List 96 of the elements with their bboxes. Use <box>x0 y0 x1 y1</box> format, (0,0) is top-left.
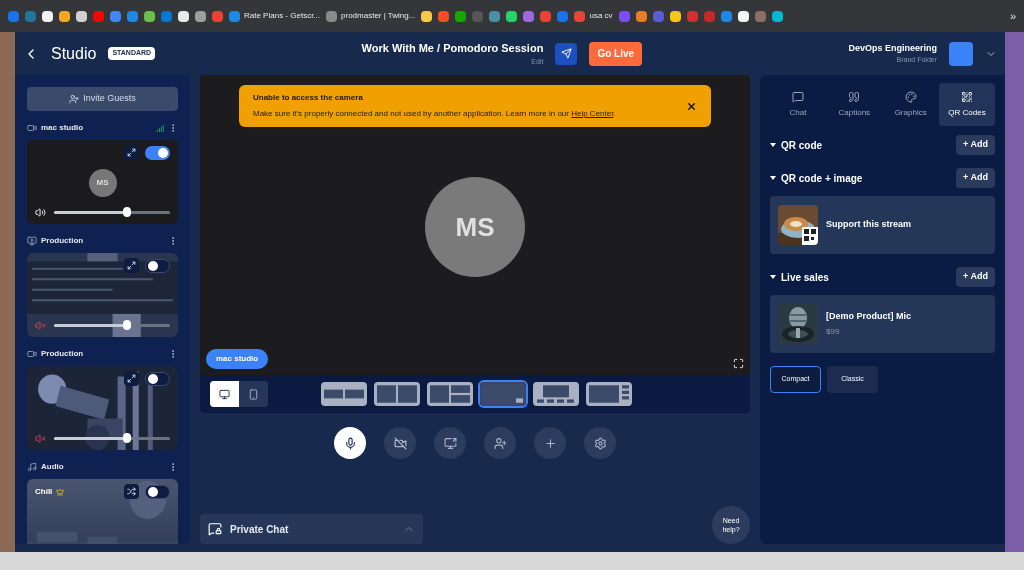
favicon-icon[interactable] <box>737 10 749 22</box>
camera-icon <box>27 349 37 359</box>
chat-lock-icon <box>208 522 222 536</box>
add-icon <box>543 436 557 450</box>
panel-tab[interactable]: Captions <box>826 83 883 126</box>
share-screen-icon <box>443 436 457 450</box>
overlay-card[interactable]: [Demo Product] Mic $99 <box>770 295 995 353</box>
camera-off-icon <box>393 436 407 450</box>
expand-button[interactable] <box>124 371 139 386</box>
qr-code-icon <box>961 90 973 103</box>
favicon-icon[interactable] <box>76 10 87 22</box>
expand-button[interactable] <box>124 258 139 273</box>
shuffle-button[interactable] <box>124 484 139 499</box>
volume-slider[interactable] <box>54 323 170 327</box>
speaker-icon[interactable] <box>35 206 46 218</box>
favicon-icon[interactable] <box>669 10 681 22</box>
favicon-icon[interactable] <box>421 10 433 22</box>
bookmark[interactable]: Rate Plans - Getscr... <box>229 10 321 22</box>
layout-option[interactable] <box>374 382 420 406</box>
invite-guests-button[interactable]: Invite Guests <box>27 87 178 111</box>
camera-off-button[interactable] <box>384 427 416 459</box>
quote-icon <box>848 90 861 103</box>
overlay-title: [Demo Product] Mic <box>826 310 911 324</box>
signal-icon <box>155 123 164 133</box>
overlay-title: Support this stream <box>826 218 911 232</box>
shuffle-icon <box>127 487 136 496</box>
settings-icon <box>593 436 607 450</box>
toggle-switch[interactable] <box>145 145 170 160</box>
stage-avatar: MS <box>425 177 525 277</box>
section-header[interactable]: QR code <box>770 137 823 153</box>
panel-tab[interactable]: Chat <box>770 83 826 126</box>
mic-button[interactable] <box>334 427 366 459</box>
expand-icon <box>127 374 136 383</box>
crown-icon <box>56 487 65 496</box>
favicon-icon[interactable] <box>195 10 206 22</box>
section-header[interactable]: QR code + image <box>770 170 863 186</box>
palette-icon <box>904 90 917 103</box>
add-button[interactable]: + Add <box>956 267 995 287</box>
expand-icon <box>127 261 136 270</box>
destination-icon[interactable] <box>555 42 578 65</box>
track-name: Chill <box>35 485 65 498</box>
volume-slider[interactable] <box>54 436 170 440</box>
add-guest-button[interactable] <box>484 427 516 459</box>
music-icon <box>27 462 37 472</box>
layout-option[interactable] <box>321 382 367 406</box>
bookmark[interactable]: prodmaster | Twing... <box>326 10 416 22</box>
bookmark[interactable]: usa cv <box>574 10 613 22</box>
layout-option[interactable] <box>480 382 526 406</box>
source-title: Production <box>41 235 84 247</box>
camera-icon <box>27 123 37 133</box>
price: $99 <box>826 325 841 338</box>
expand-button[interactable] <box>124 145 139 160</box>
settings-button[interactable] <box>584 427 616 459</box>
panel-tab[interactable]: Graphics <box>882 83 939 126</box>
more-bookmarks-button[interactable]: » <box>1009 7 1016 25</box>
monitor-icon <box>219 388 230 400</box>
expand-icon <box>127 148 136 157</box>
chat-icon <box>792 90 804 103</box>
favicon-icon[interactable] <box>59 10 70 22</box>
favicon-icon[interactable] <box>506 10 518 22</box>
muted-speaker-icon[interactable] <box>35 432 46 444</box>
add-button[interactable]: + Add <box>956 135 995 155</box>
favicon-icon[interactable] <box>178 10 189 22</box>
add-person-icon <box>69 94 80 104</box>
screen-icon <box>27 236 37 246</box>
add-guest-icon <box>493 436 507 450</box>
session-title: Work With Me / Pomodoro Session <box>361 41 544 56</box>
layout-option[interactable] <box>586 382 632 406</box>
avatar: MS <box>88 168 117 197</box>
brand-avatar[interactable] <box>949 41 973 66</box>
desktop-view-button[interactable] <box>210 381 239 407</box>
brand-name: DevOps Engineering <box>848 41 937 55</box>
close-button[interactable] <box>686 100 697 112</box>
favicon-icon[interactable] <box>42 10 53 22</box>
alert-message: Make sure it's properly connected and not used by another application. Learn more in our Help Center. <box>253 108 617 120</box>
add-button[interactable]: + Add <box>956 168 995 188</box>
paper-plane-icon <box>560 48 572 59</box>
favicon-icon[interactable] <box>771 10 783 22</box>
app-title: Studio <box>51 43 97 64</box>
layout-option[interactable] <box>533 382 579 406</box>
favicon-icon[interactable] <box>144 10 155 22</box>
volume-slider[interactable] <box>54 210 170 214</box>
source-title: Production <box>41 348 84 360</box>
alert-title: Unable to access the camera <box>253 92 364 104</box>
layout-option[interactable] <box>427 382 473 406</box>
share-screen-button[interactable] <box>434 427 466 459</box>
fullscreen-icon[interactable] <box>733 358 744 369</box>
name-tag: mac studio <box>206 349 269 369</box>
section-header[interactable]: Live sales <box>770 269 829 285</box>
source-title: Audio <box>41 461 64 473</box>
phone-icon <box>248 388 259 400</box>
panel-tab[interactable]: QR Codes <box>939 83 995 126</box>
private-chat-bar[interactable]: Private Chat <box>200 514 423 544</box>
overlay-card[interactable]: Support this stream <box>770 196 995 254</box>
source-title: mac studio <box>41 122 84 134</box>
mic-icon <box>343 436 357 450</box>
